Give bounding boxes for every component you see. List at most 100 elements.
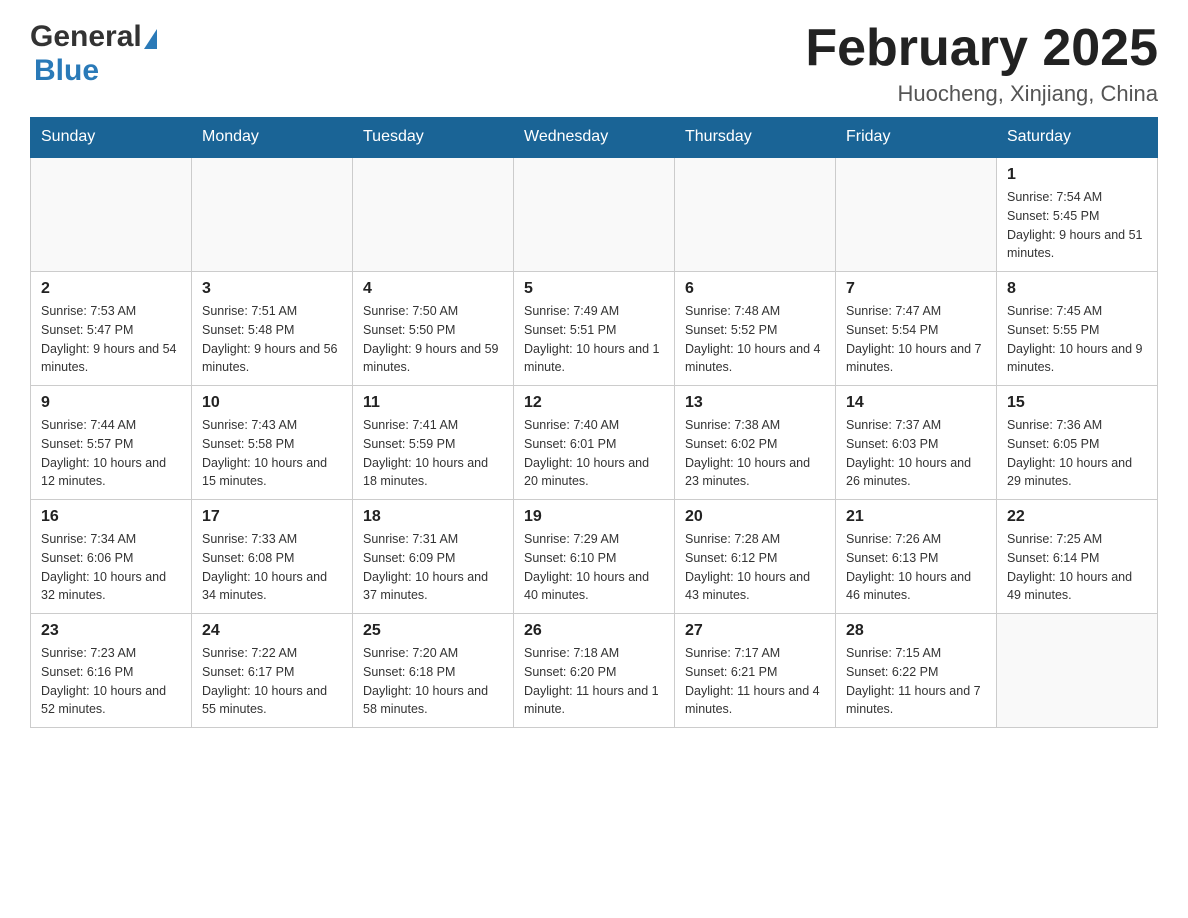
day-number: 9: [41, 394, 181, 412]
day-info: Sunrise: 7:50 AMSunset: 5:50 PMDaylight:…: [363, 302, 503, 377]
header-wednesday: Wednesday: [514, 118, 675, 158]
table-row: 4 Sunrise: 7:50 AMSunset: 5:50 PMDaylight…: [353, 272, 514, 386]
table-row: 21Sunrise: 7:26 AMSunset: 6:13 PMDayligh…: [836, 500, 997, 614]
table-row: 12 Sunrise: 7:40 AMSunset: 6:01 PMDayligh…: [514, 386, 675, 500]
day-number: 27: [685, 622, 825, 640]
day-info: Sunrise: 7:18 AMSunset: 6:20 PMDaylight:…: [524, 644, 664, 719]
day-info: Sunrise: 7:34 AMSunset: 6:06 PMDaylight:…: [41, 530, 181, 605]
day-info: Sunrise: 7:49 AMSunset: 5:51 PMDaylight:…: [524, 302, 664, 377]
logo: General Blue: [30, 20, 157, 88]
day-number: 8: [1007, 280, 1147, 298]
table-row: [514, 157, 675, 272]
table-row: 3 Sunrise: 7:51 AMSunset: 5:48 PMDaylight…: [192, 272, 353, 386]
table-row: 27 Sunrise: 7:17 AMSunset: 6:21 PMDayligh…: [675, 614, 836, 728]
table-row: [836, 157, 997, 272]
table-row: 10Sunrise: 7:43 AMSunset: 5:58 PMDayligh…: [192, 386, 353, 500]
day-number: 26: [524, 622, 664, 640]
day-info: Sunrise: 7:41 AMSunset: 5:59 PMDaylight:…: [363, 416, 503, 491]
day-info: Sunrise: 7:29 AMSunset: 6:10 PMDaylight:…: [524, 530, 664, 605]
day-number: 23: [41, 622, 181, 640]
header-monday: Monday: [192, 118, 353, 158]
table-row: 19 Sunrise: 7:29 AMSunset: 6:10 PMDayligh…: [514, 500, 675, 614]
day-number: 5: [524, 280, 664, 298]
day-info: Sunrise: 7:43 AMSunset: 5:58 PMDaylight:…: [202, 416, 342, 491]
day-info: Sunrise: 7:45 AMSunset: 5:55 PMDaylight:…: [1007, 302, 1147, 377]
table-row: 20 Sunrise: 7:28 AMSunset: 6:12 PMDayligh…: [675, 500, 836, 614]
day-info: Sunrise: 7:53 AMSunset: 5:47 PMDaylight:…: [41, 302, 181, 377]
day-info: Sunrise: 7:48 AMSunset: 5:52 PMDaylight:…: [685, 302, 825, 377]
header-tuesday: Tuesday: [353, 118, 514, 158]
day-info: Sunrise: 7:51 AMSunset: 5:48 PMDaylight:…: [202, 302, 342, 377]
day-number: 15: [1007, 394, 1147, 412]
table-row: 23 Sunrise: 7:23 AMSunset: 6:16 PMDayligh…: [31, 614, 192, 728]
table-row: 17 Sunrise: 7:33 AMSunset: 6:08 PMDayligh…: [192, 500, 353, 614]
day-number: 24: [202, 622, 342, 640]
day-number: 4: [363, 280, 503, 298]
calendar-week-row: 9 Sunrise: 7:44 AMSunset: 5:57 PMDaylight…: [31, 386, 1158, 500]
table-row: 25 Sunrise: 7:20 AMSunset: 6:18 PMDayligh…: [353, 614, 514, 728]
table-row: 5 Sunrise: 7:49 AMSunset: 5:51 PMDaylight…: [514, 272, 675, 386]
calendar-week-row: 2 Sunrise: 7:53 AMSunset: 5:47 PMDaylight…: [31, 272, 1158, 386]
day-number: 13: [685, 394, 825, 412]
day-info: Sunrise: 7:25 AMSunset: 6:14 PMDaylight:…: [1007, 530, 1147, 605]
table-row: 26 Sunrise: 7:18 AMSunset: 6:20 PMDayligh…: [514, 614, 675, 728]
header-saturday: Saturday: [997, 118, 1158, 158]
table-row: 2 Sunrise: 7:53 AMSunset: 5:47 PMDaylight…: [31, 272, 192, 386]
table-row: 8 Sunrise: 7:45 AMSunset: 5:55 PMDaylight…: [997, 272, 1158, 386]
day-info: Sunrise: 7:36 AMSunset: 6:05 PMDaylight:…: [1007, 416, 1147, 491]
day-info: Sunrise: 7:54 AMSunset: 5:45 PMDaylight:…: [1007, 188, 1147, 263]
day-number: 19: [524, 508, 664, 526]
table-row: 6 Sunrise: 7:48 AMSunset: 5:52 PMDaylight…: [675, 272, 836, 386]
day-info: Sunrise: 7:31 AMSunset: 6:09 PMDaylight:…: [363, 530, 503, 605]
table-row: [675, 157, 836, 272]
day-number: 17: [202, 508, 342, 526]
day-info: Sunrise: 7:17 AMSunset: 6:21 PMDaylight:…: [685, 644, 825, 719]
day-number: 7: [846, 280, 986, 298]
day-number: 18: [363, 508, 503, 526]
header-sunday: Sunday: [31, 118, 192, 158]
day-info: Sunrise: 7:22 AMSunset: 6:17 PMDaylight:…: [202, 644, 342, 719]
table-row: 28 Sunrise: 7:15 AMSunset: 6:22 PMDayligh…: [836, 614, 997, 728]
day-info: Sunrise: 7:28 AMSunset: 6:12 PMDaylight:…: [685, 530, 825, 605]
day-info: Sunrise: 7:38 AMSunset: 6:02 PMDaylight:…: [685, 416, 825, 491]
table-row: 13 Sunrise: 7:38 AMSunset: 6:02 PMDayligh…: [675, 386, 836, 500]
table-row: [997, 614, 1158, 728]
calendar-week-row: 23 Sunrise: 7:23 AMSunset: 6:16 PMDayligh…: [31, 614, 1158, 728]
table-row: [353, 157, 514, 272]
table-row: 11Sunrise: 7:41 AMSunset: 5:59 PMDayligh…: [353, 386, 514, 500]
table-row: [31, 157, 192, 272]
day-info: Sunrise: 7:44 AMSunset: 5:57 PMDaylight:…: [41, 416, 181, 491]
day-info: Sunrise: 7:23 AMSunset: 6:16 PMDaylight:…: [41, 644, 181, 719]
header-friday: Friday: [836, 118, 997, 158]
day-info: Sunrise: 7:15 AMSunset: 6:22 PMDaylight:…: [846, 644, 986, 719]
day-number: 12: [524, 394, 664, 412]
page-header: General Blue February 2025 Huocheng, Xin…: [30, 20, 1158, 107]
day-info: Sunrise: 7:33 AMSunset: 6:08 PMDaylight:…: [202, 530, 342, 605]
day-number: 22: [1007, 508, 1147, 526]
day-number: 3: [202, 280, 342, 298]
day-number: 25: [363, 622, 503, 640]
day-info: Sunrise: 7:40 AMSunset: 6:01 PMDaylight:…: [524, 416, 664, 491]
table-row: 15 Sunrise: 7:36 AMSunset: 6:05 PMDayligh…: [997, 386, 1158, 500]
day-info: Sunrise: 7:37 AMSunset: 6:03 PMDaylight:…: [846, 416, 986, 491]
table-row: 14Sunrise: 7:37 AMSunset: 6:03 PMDayligh…: [836, 386, 997, 500]
table-row: 22 Sunrise: 7:25 AMSunset: 6:14 PMDayligh…: [997, 500, 1158, 614]
day-number: 2: [41, 280, 181, 298]
table-row: 18 Sunrise: 7:31 AMSunset: 6:09 PMDayligh…: [353, 500, 514, 614]
day-number: 28: [846, 622, 986, 640]
logo-triangle-icon: [144, 29, 157, 49]
calendar-table: Sunday Monday Tuesday Wednesday Thursday…: [30, 117, 1158, 728]
day-number: 1: [1007, 166, 1147, 184]
header-thursday: Thursday: [675, 118, 836, 158]
day-number: 16: [41, 508, 181, 526]
table-row: 24 Sunrise: 7:22 AMSunset: 6:17 PMDayligh…: [192, 614, 353, 728]
month-title: February 2025: [805, 20, 1158, 77]
day-info: Sunrise: 7:20 AMSunset: 6:18 PMDaylight:…: [363, 644, 503, 719]
location-text: Huocheng, Xinjiang, China: [805, 81, 1158, 107]
table-row: 1 Sunrise: 7:54 AMSunset: 5:45 PMDaylight…: [997, 157, 1158, 272]
day-number: 6: [685, 280, 825, 298]
day-number: 20: [685, 508, 825, 526]
weekday-header-row: Sunday Monday Tuesday Wednesday Thursday…: [31, 118, 1158, 158]
calendar-week-row: 16 Sunrise: 7:34 AMSunset: 6:06 PMDayligh…: [31, 500, 1158, 614]
table-row: 16 Sunrise: 7:34 AMSunset: 6:06 PMDayligh…: [31, 500, 192, 614]
